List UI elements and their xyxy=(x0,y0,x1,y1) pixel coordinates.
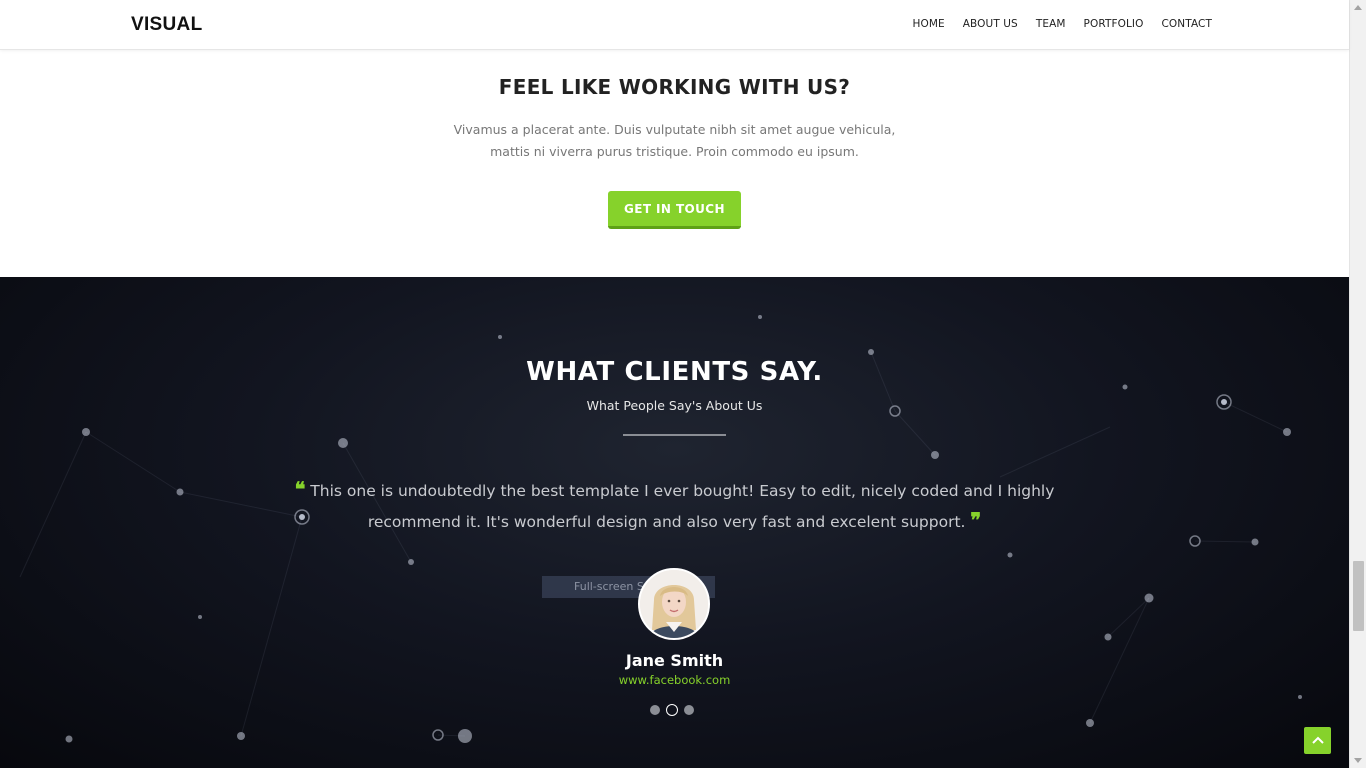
cta-section: FEEL LIKE WORKING WITH US? Vivamus a pla… xyxy=(0,50,1349,277)
client-name: Jane Smith xyxy=(625,651,724,670)
page-scrollbar[interactable] xyxy=(1349,0,1366,768)
nav-home[interactable]: HOME xyxy=(913,18,945,30)
client-link[interactable]: www.facebook.com xyxy=(0,673,1349,687)
scrollbar-thumb[interactable] xyxy=(1353,561,1364,631)
nav-about-us[interactable]: ABOUT US xyxy=(963,18,1018,30)
brand-logo[interactable]: VISUAL xyxy=(131,14,202,36)
get-in-touch-button[interactable]: GET IN TOUCH xyxy=(608,191,741,229)
main-nav: HOME ABOUT US TEAM PORTFOLIO CONTACT xyxy=(895,18,1213,30)
nav-portfolio[interactable]: PORTFOLIO xyxy=(1084,18,1144,30)
cta-title: FEEL LIKE WORKING WITH US? xyxy=(498,75,851,99)
testimonial-quote: ❝ This one is undoubtedly the best templ… xyxy=(250,475,1099,537)
scroll-up-arrow-icon[interactable] xyxy=(1354,5,1362,10)
testimonials-section: WHAT CLIENTS SAY. What People Say's Abou… xyxy=(0,277,1349,768)
quote-text: This one is undoubtedly the best templat… xyxy=(310,482,1055,531)
chevron-up-icon xyxy=(1311,736,1324,744)
carousel-dot-3[interactable] xyxy=(684,705,694,715)
testimonials-subtitle: What People Say's About Us xyxy=(586,398,763,413)
carousel-dots xyxy=(650,704,694,716)
testimonials-title: WHAT CLIENTS SAY. xyxy=(526,357,823,387)
back-to-top-button[interactable] xyxy=(1304,727,1331,754)
carousel-dot-1[interactable] xyxy=(650,705,660,715)
quote-open-icon: ❝ xyxy=(294,477,306,501)
quote-close-icon: ❞ xyxy=(970,508,982,532)
scroll-down-arrow-icon[interactable] xyxy=(1354,758,1362,763)
carousel-dot-2[interactable] xyxy=(666,704,678,716)
cta-text: Vivamus a placerat ante. Duis vulputate … xyxy=(453,122,896,159)
client-avatar xyxy=(638,568,710,640)
nav-contact[interactable]: CONTACT xyxy=(1162,18,1213,30)
top-navbar: VISUAL HOME ABOUT US TEAM PORTFOLIO CONT… xyxy=(0,0,1349,50)
nav-team[interactable]: TEAM xyxy=(1036,18,1066,30)
title-divider xyxy=(623,434,726,436)
